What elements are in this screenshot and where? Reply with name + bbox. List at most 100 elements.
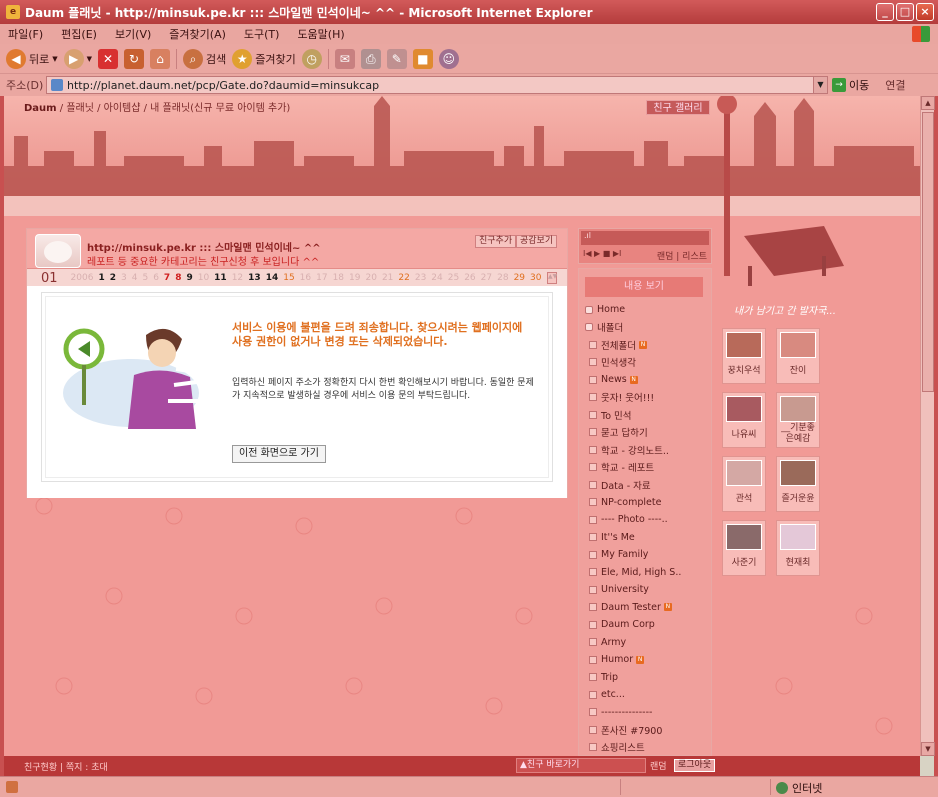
add-friend-button[interactable]: 친구추가: [475, 235, 517, 248]
day-link[interactable]: 17: [316, 273, 327, 283]
menu-item[interactable]: 학교 - 강의노트..: [585, 441, 709, 459]
forward-button[interactable]: ▶ ▼: [63, 48, 92, 69]
day-link[interactable]: 19: [349, 273, 360, 283]
menu-view[interactable]: 보기(V): [115, 26, 151, 42]
menu-item[interactable]: ---- Photo ----..: [585, 511, 709, 529]
menu-item[interactable]: To 민석: [585, 406, 709, 424]
friend-item[interactable]: 꿍치우석: [722, 328, 766, 384]
messenger-icon[interactable]: ☺: [438, 48, 459, 69]
breadcrumb-daum[interactable]: Daum: [24, 103, 57, 114]
player-mode[interactable]: 랜덤 | 리스트: [657, 249, 707, 262]
day-link[interactable]: 27: [481, 273, 492, 283]
scroll-thumb[interactable]: [922, 112, 934, 392]
friend-item[interactable]: 사준기: [722, 520, 766, 576]
friend-item[interactable]: 잔이: [776, 328, 820, 384]
empathy-view-button[interactable]: 공감보기: [516, 235, 558, 248]
friend-item[interactable]: 나유씨: [722, 392, 766, 448]
go-button[interactable]: → 이동: [832, 77, 869, 93]
day-link[interactable]: 26: [464, 273, 475, 283]
menu-item[interactable]: 학교 - 레포트: [585, 459, 709, 477]
links-button[interactable]: 연결: [885, 77, 905, 93]
day-link[interactable]: 11: [214, 273, 227, 283]
day-link[interactable]: 9: [186, 273, 192, 283]
menu-tools[interactable]: 도구(T): [244, 26, 280, 42]
minimize-button[interactable]: _: [876, 3, 894, 21]
vertical-scrollbar[interactable]: ▲ ▼: [920, 96, 935, 756]
chevron-down-icon[interactable]: ▼: [87, 55, 92, 63]
menu-item[interactable]: Humor N: [585, 651, 709, 669]
menu-item[interactable]: 폰사진 #7900: [585, 721, 709, 739]
refresh-icon[interactable]: ↻: [124, 48, 145, 69]
day-link[interactable]: 20: [365, 273, 376, 283]
menu-item[interactable]: My Family: [585, 546, 709, 564]
menu-item[interactable]: News N: [585, 371, 709, 389]
go-back-button[interactable]: 이전 화면으로 가기: [232, 445, 326, 463]
home-icon[interactable]: ⌂: [150, 48, 171, 69]
menu-item[interactable]: 웃자! 웃어!!!: [585, 389, 709, 407]
day-link[interactable]: 13: [248, 273, 261, 283]
favorites-button[interactable]: ★ 즐겨찾기: [232, 48, 296, 69]
menu-item[interactable]: Trip: [585, 669, 709, 687]
breadcrumb-path[interactable]: / 플래닛 / 아이템샵 / 내 플래닛(신규 무료 아이템 추가): [60, 103, 291, 114]
friend-item[interactable]: 즐거운윤: [776, 456, 820, 512]
player-controls[interactable]: I◀ ▶ ■ ▶I: [583, 249, 621, 258]
avatar[interactable]: [35, 234, 81, 268]
day-link[interactable]: 22: [398, 273, 409, 283]
menu-item[interactable]: etc...: [585, 686, 709, 704]
menu-item[interactable]: 전체폴더 N: [585, 336, 709, 354]
day-link[interactable]: 16: [300, 273, 311, 283]
day-link[interactable]: 21: [382, 273, 393, 283]
day-link[interactable]: 5: [142, 273, 148, 283]
scroll-down-icon[interactable]: ▼: [921, 742, 935, 756]
day-link[interactable]: 4: [132, 273, 138, 283]
day-link[interactable]: 15: [283, 273, 294, 283]
chevron-down-icon[interactable]: ▼: [813, 77, 827, 93]
menu-item[interactable]: Ele, Mid, High S..: [585, 564, 709, 582]
friend-gallery-button[interactable]: 친구 갤러리: [646, 100, 710, 115]
day-link[interactable]: 1: [98, 273, 104, 283]
menu-help[interactable]: 도움말(H): [297, 26, 344, 42]
profile-title[interactable]: http://minsuk.pe.kr ::: 스마일맨 민석이네~ ^^: [87, 239, 321, 254]
menu-file[interactable]: 파일(F): [8, 26, 43, 42]
day-link[interactable]: 24: [431, 273, 442, 283]
menu-item[interactable]: University: [585, 581, 709, 599]
menu-favorites[interactable]: 즐겨찾기(A): [169, 26, 226, 42]
msn-icon[interactable]: ■: [412, 48, 433, 69]
day-link[interactable]: 30: [530, 273, 541, 283]
day-link[interactable]: 18: [333, 273, 344, 283]
close-button[interactable]: ×: [916, 3, 934, 21]
address-url[interactable]: http://planet.daum.net/pcp/Gate.do?daumi…: [67, 79, 379, 92]
day-link[interactable]: 10: [198, 273, 209, 283]
menu-item[interactable]: NP-complete: [585, 494, 709, 512]
day-link[interactable]: 3: [121, 273, 127, 283]
history-icon[interactable]: ◷: [301, 48, 322, 69]
menu-item[interactable]: Daum Tester N: [585, 599, 709, 617]
back-button[interactable]: ◀ 뒤로 ▼: [6, 48, 58, 69]
menu-item[interactable]: 내폴더: [585, 319, 709, 337]
menu-item[interactable]: It''s Me: [585, 529, 709, 547]
logout-button[interactable]: 로그아웃: [674, 759, 716, 772]
friend-shortcut-select[interactable]: ▲친구 바로가기: [516, 758, 646, 773]
friend-item[interactable]: 관석: [722, 456, 766, 512]
friend-status-links[interactable]: 친구현황 | 쪽지 : 초대: [24, 760, 108, 773]
maximize-button[interactable]: □: [896, 3, 914, 21]
day-link[interactable]: 7: [164, 273, 170, 283]
address-input[interactable]: http://planet.daum.net/pcp/Gate.do?daumi…: [46, 76, 828, 94]
friend-item[interactable]: __기분좋은예감: [776, 392, 820, 448]
print-icon[interactable]: ⎙: [360, 48, 381, 69]
search-button[interactable]: ⌕ 검색: [183, 48, 226, 69]
day-link[interactable]: 25: [448, 273, 459, 283]
day-link[interactable]: 6: [153, 273, 159, 283]
date-scroll-arrows[interactable]: ▲▼: [547, 272, 557, 284]
menu-item[interactable]: Home: [585, 301, 709, 319]
day-link[interactable]: 12: [232, 273, 243, 283]
menu-edit[interactable]: 편집(E): [61, 26, 97, 42]
mail-icon[interactable]: ✉: [334, 48, 355, 69]
random-link[interactable]: 랜덤: [650, 759, 667, 772]
friend-item[interactable]: 현재최: [776, 520, 820, 576]
day-link[interactable]: 23: [415, 273, 426, 283]
menu-item[interactable]: 묻고 답하기: [585, 424, 709, 442]
day-link[interactable]: 28: [497, 273, 508, 283]
stop-icon[interactable]: ✕: [98, 48, 119, 69]
edit-icon[interactable]: ✎: [386, 48, 407, 69]
